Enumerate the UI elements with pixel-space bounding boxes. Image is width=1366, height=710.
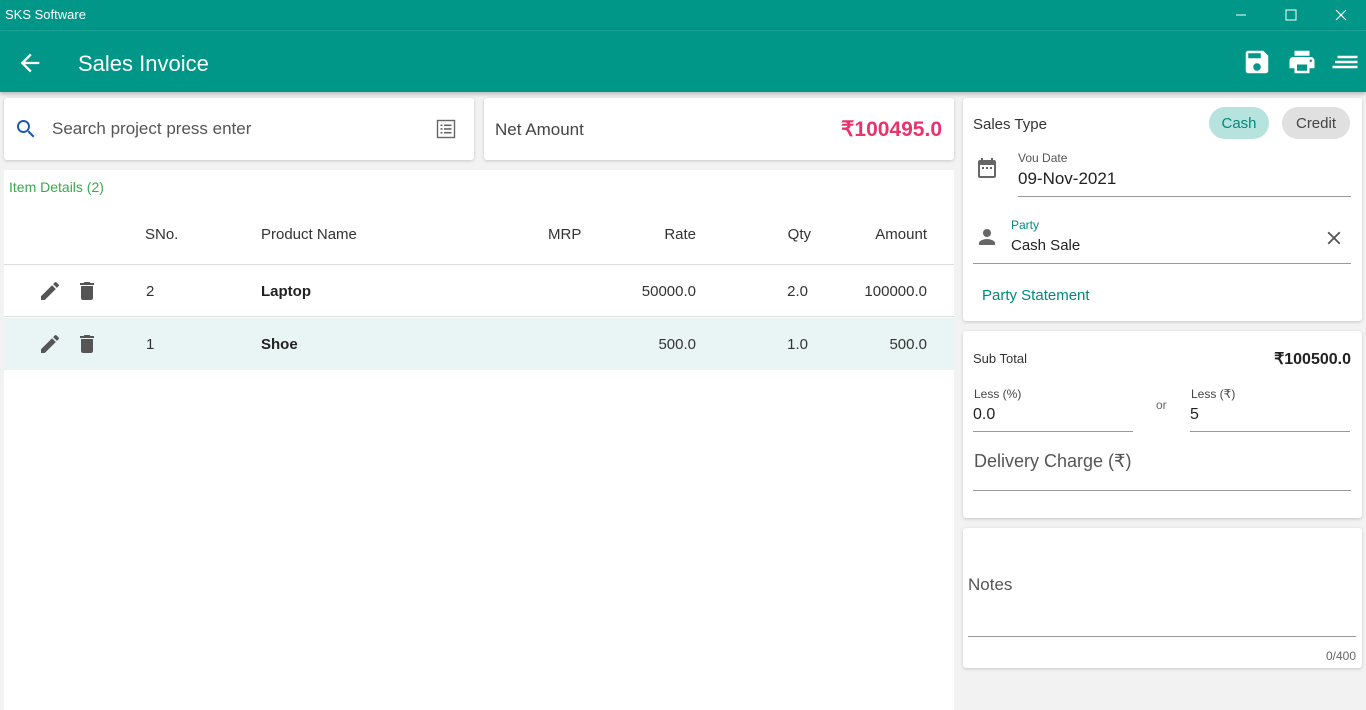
less-percent-underline <box>973 431 1133 432</box>
search-card <box>4 98 474 160</box>
save-icon[interactable] <box>1242 47 1272 77</box>
app-bar: Sales Invoice <box>0 30 1366 92</box>
menu-icon[interactable] <box>1330 47 1360 77</box>
totals-card: Sub Total ₹100500.0 Less (%) or Less (₹)… <box>963 331 1362 518</box>
delete-icon[interactable] <box>75 279 99 303</box>
delivery-charge-input[interactable] <box>973 473 1351 489</box>
column-mrp: MRP <box>548 226 582 243</box>
column-rate: Rate <box>664 226 696 243</box>
delete-icon[interactable] <box>75 332 99 356</box>
column-qty: Qty <box>787 226 811 243</box>
credit-chip[interactable]: Credit <box>1282 107 1350 139</box>
net-amount-card: Net Amount ₹100495.0 <box>484 98 954 160</box>
sales-info-card: Sales Type Cash Credit Vou Date 09-Nov-2… <box>963 98 1362 321</box>
row-amount: 100000.0 <box>864 283 927 300</box>
net-amount-label: Net Amount <box>495 120 584 139</box>
window-titlebar: SKS Software <box>0 0 1366 30</box>
close-window-button[interactable] <box>1316 0 1366 30</box>
item-details-title: Item Details (2) <box>9 179 104 195</box>
net-amount-value: ₹100495.0 <box>841 118 942 141</box>
notes-label: Notes <box>968 575 1013 594</box>
row-sno: 1 <box>146 336 155 353</box>
party-label: Party <box>1011 218 1040 232</box>
arrow-left-icon[interactable] <box>16 49 44 77</box>
list-icon[interactable] <box>434 117 458 141</box>
row-product-name: Shoe <box>261 336 298 353</box>
row-qty: 2.0 <box>787 283 808 300</box>
sub-total-value: ₹100500.0 <box>1274 351 1351 368</box>
vou-date-field[interactable]: 09-Nov-2021 <box>1018 169 1116 189</box>
notes-counter: 0/400 <box>1325 649 1356 663</box>
close-icon <box>1335 9 1347 21</box>
search-icon <box>17 120 35 138</box>
vou-date-label: Vou Date <box>1018 151 1068 165</box>
column-amount: Amount <box>875 226 927 243</box>
page-title: Sales Invoice <box>78 51 209 76</box>
delivery-charge-label: Delivery Charge (₹) <box>974 451 1132 471</box>
calendar-icon[interactable] <box>975 156 999 180</box>
sales-type-label: Sales Type <box>973 116 1047 133</box>
party-underline <box>973 263 1351 264</box>
delivery-charge-underline <box>973 490 1351 491</box>
notes-card: Notes 0/400 <box>963 528 1362 668</box>
less-percent-input[interactable] <box>973 403 1133 427</box>
maximize-button[interactable] <box>1266 0 1316 30</box>
or-label: or <box>1156 398 1167 412</box>
row-sno: 2 <box>146 283 155 300</box>
print-icon[interactable] <box>1287 47 1317 77</box>
minimize-icon <box>1236 14 1246 16</box>
app-title: SKS Software <box>5 7 86 22</box>
table-row[interactable]: 2 Laptop 50000.0 2.0 100000.0 <box>4 265 954 317</box>
person-icon <box>979 229 995 245</box>
less-amount-label: Less (₹) <box>1191 387 1236 401</box>
column-sno: SNo. <box>145 226 179 243</box>
notes-input[interactable] <box>968 598 1356 634</box>
edit-icon[interactable] <box>38 332 62 356</box>
column-product-name: Product Name <box>261 226 357 243</box>
less-amount-underline <box>1190 431 1350 432</box>
close-icon[interactable] <box>1323 227 1345 249</box>
notes-underline <box>968 636 1356 637</box>
vou-date-underline <box>1018 196 1351 197</box>
party-statement-link[interactable]: Party Statement <box>982 287 1090 304</box>
row-qty: 1.0 <box>787 336 808 353</box>
row-amount: 500.0 <box>889 336 927 353</box>
cash-chip[interactable]: Cash <box>1209 107 1269 139</box>
sub-total-label: Sub Total <box>973 351 1027 366</box>
row-rate: 500.0 <box>658 336 696 353</box>
less-amount-input[interactable] <box>1190 403 1350 427</box>
row-product-name: Laptop <box>261 283 311 300</box>
row-rate: 50000.0 <box>641 283 696 300</box>
party-field[interactable]: Cash Sale <box>1011 237 1080 254</box>
maximize-icon <box>1285 9 1297 21</box>
search-input[interactable] <box>52 116 412 142</box>
item-details-panel: Item Details (2) SNo. Product Name MRP R… <box>4 170 954 710</box>
minimize-button[interactable] <box>1216 0 1266 30</box>
table-row[interactable]: 1 Shoe 500.0 1.0 500.0 <box>4 318 954 370</box>
edit-icon[interactable] <box>38 279 62 303</box>
less-percent-label: Less (%) <box>974 387 1022 401</box>
